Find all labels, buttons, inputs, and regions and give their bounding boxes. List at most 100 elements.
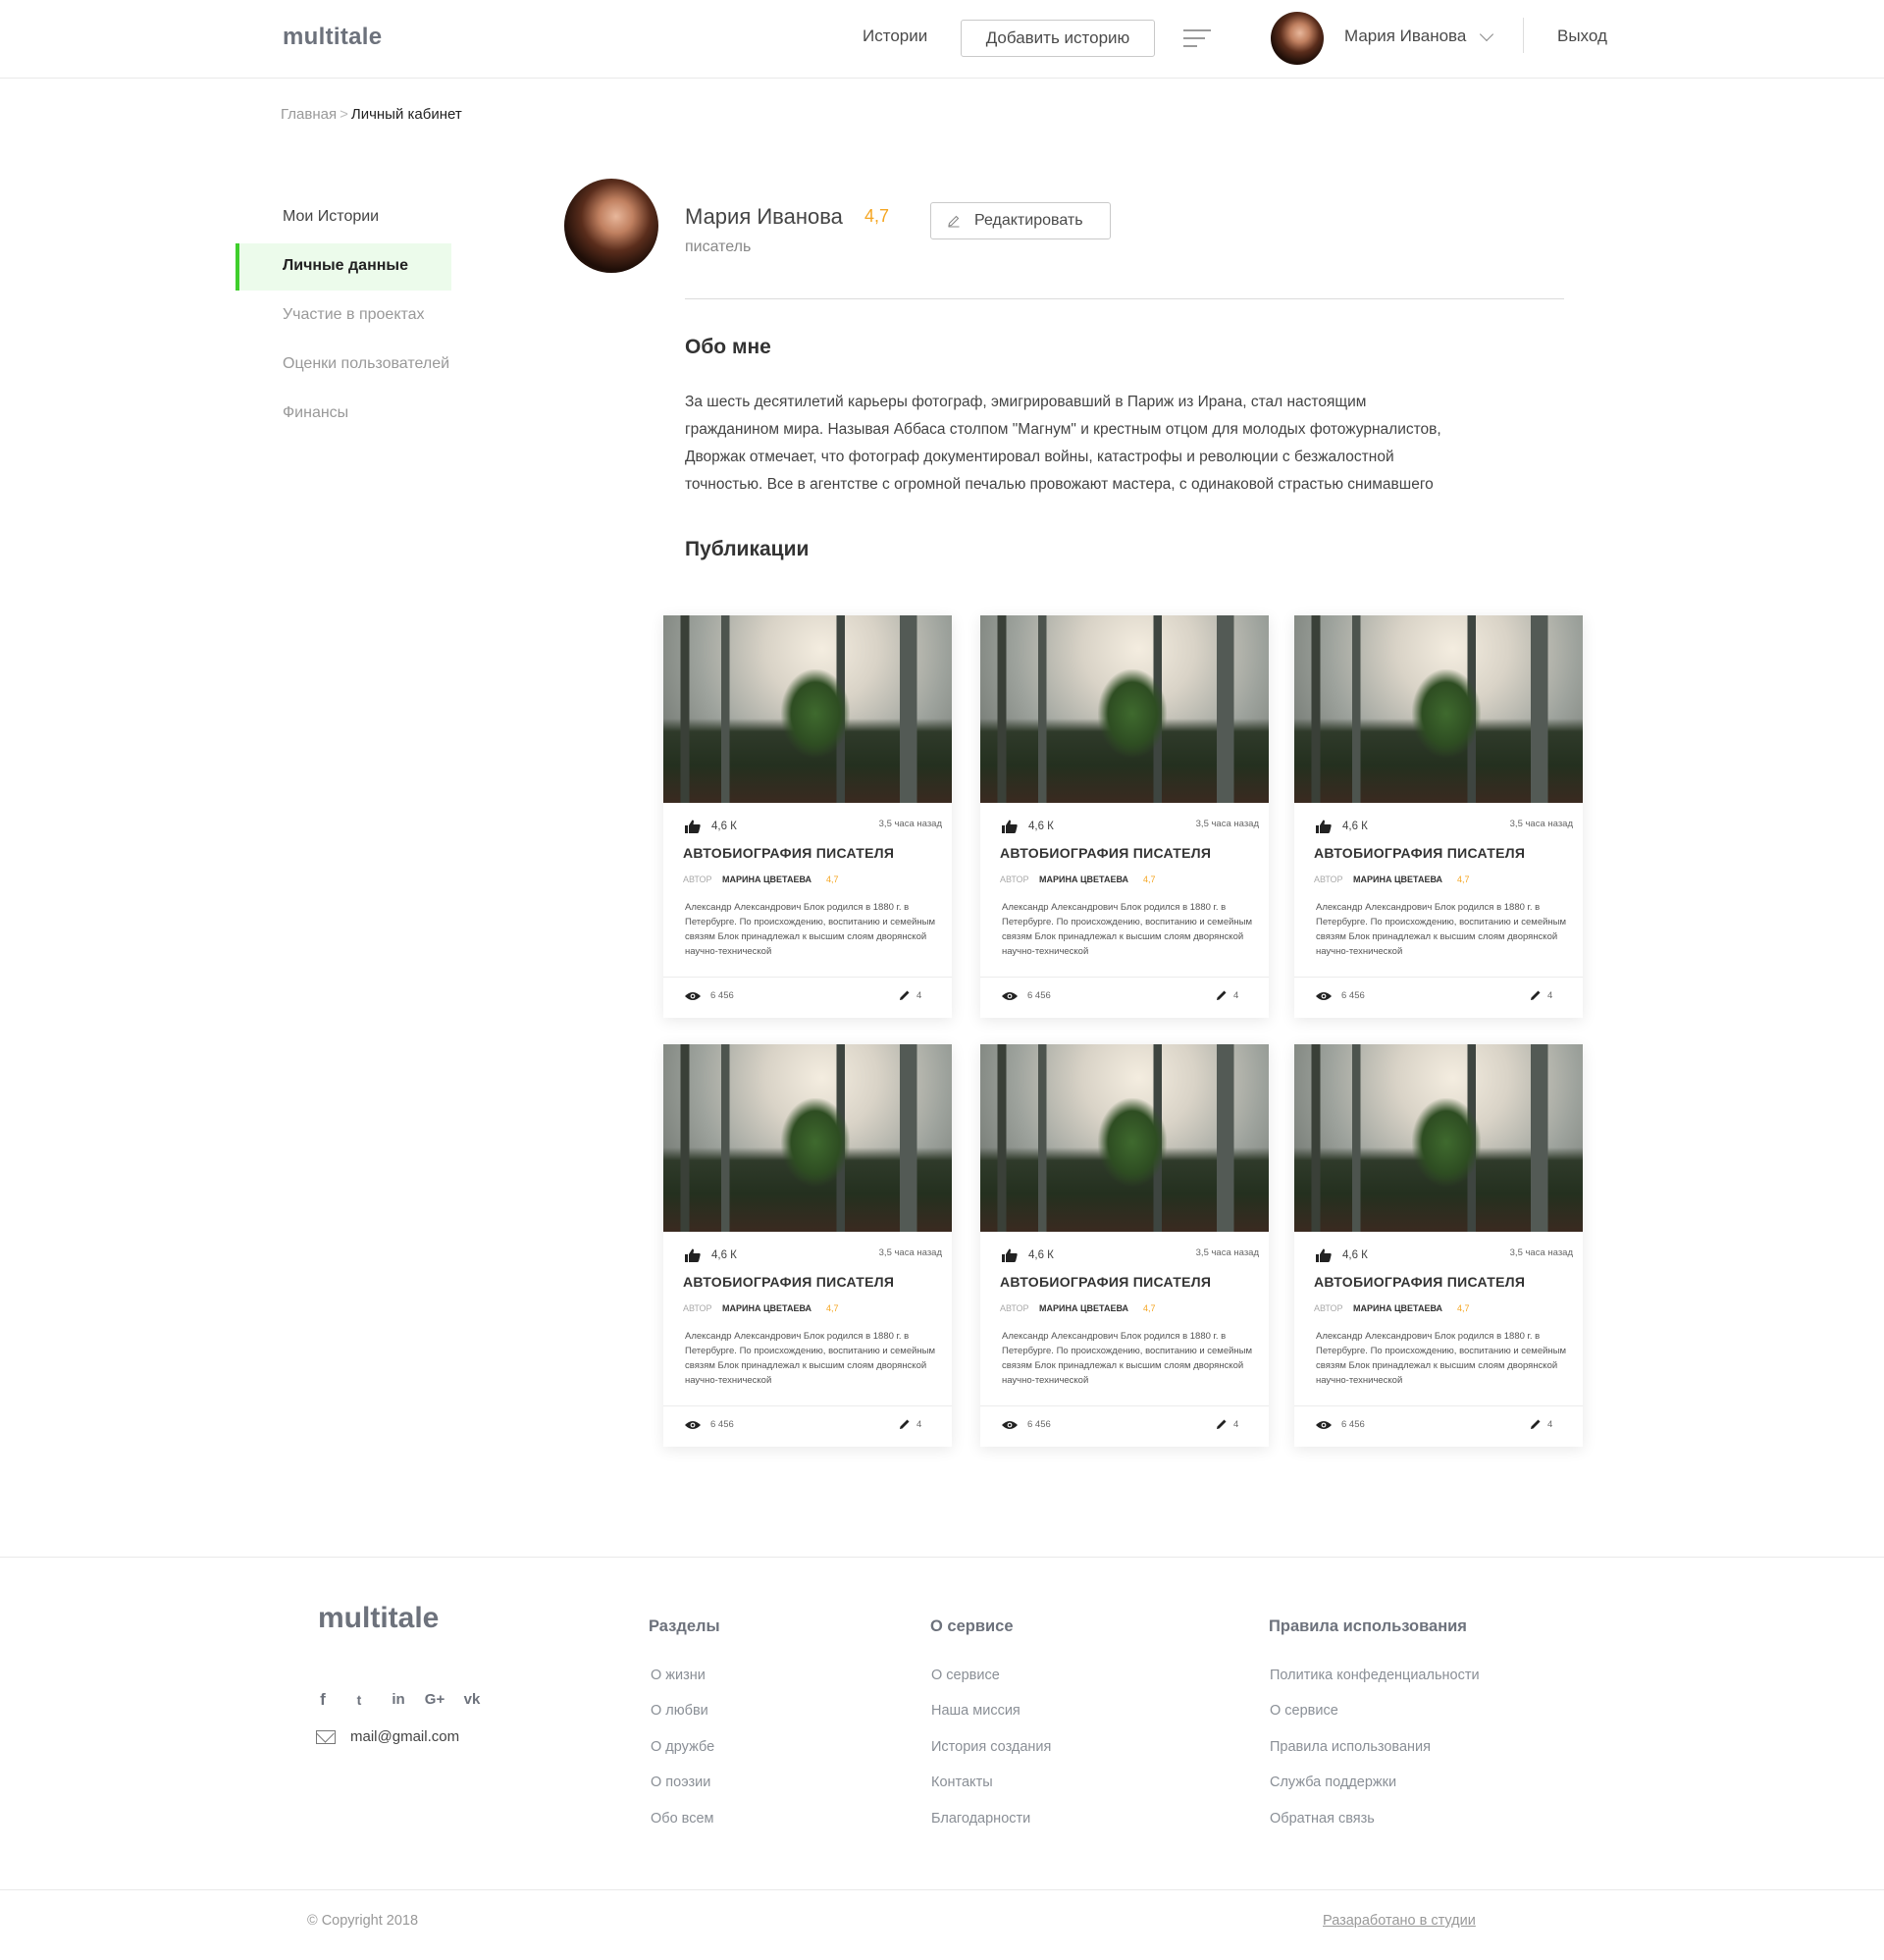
sidebar-item-finance[interactable]: Финансы: [283, 404, 348, 422]
card-views: 6 456: [1341, 1419, 1365, 1430]
publication-card[interactable]: 4,6 К 3,5 часа назад АВТОБИОГРАФИЯ ПИСАТЕЛ…: [980, 615, 1269, 1018]
eye-icon: [1316, 992, 1332, 1000]
card-image[interactable]: [980, 615, 1269, 803]
card-edits: 4: [916, 990, 922, 1001]
card-author-rating: 4,7: [826, 1303, 839, 1313]
pencil-icon: [948, 215, 960, 228]
thumbs-up-icon[interactable]: [1002, 820, 1018, 833]
card-excerpt: Александр Александрович Блок родился в 1…: [1316, 1331, 1567, 1386]
card-excerpt: Александр Александрович Блок родился в 1…: [685, 902, 936, 957]
card-image[interactable]: [663, 615, 952, 803]
footer-link[interactable]: О любви: [651, 1703, 708, 1719]
sidebar-item-personal-data[interactable]: Личные данные: [283, 257, 408, 275]
pencil-icon[interactable]: [899, 989, 911, 1001]
card-time: 3,5 часа назад: [1509, 819, 1573, 829]
logo[interactable]: multitale: [283, 24, 382, 51]
about-line: точностью. Все в агентстве с огромной пе…: [685, 476, 1434, 493]
footer-link[interactable]: О дружбе: [651, 1739, 714, 1755]
footer-link[interactable]: О жизни: [651, 1668, 706, 1683]
card-time: 3,5 часа назад: [1195, 819, 1259, 829]
card-image[interactable]: [1294, 615, 1583, 803]
card-title[interactable]: АВТОБИОГРАФИЯ ПИСАТЕЛЯ: [1314, 1274, 1525, 1290]
footer-link[interactable]: Наша миссия: [931, 1703, 1020, 1719]
linkedin-icon[interactable]: in: [387, 1690, 410, 1710]
facebook-icon[interactable]: f: [313, 1690, 333, 1710]
footer-link[interactable]: Служба поддержки: [1270, 1775, 1396, 1790]
card-author-rating: 4,7: [1143, 1303, 1156, 1313]
card-title[interactable]: АВТОБИОГРАФИЯ ПИСАТЕЛЯ: [683, 845, 894, 861]
add-story-button[interactable]: Добавить историю: [961, 20, 1155, 57]
pencil-icon[interactable]: [1530, 989, 1542, 1001]
card-time: 3,5 часа назад: [1195, 1247, 1259, 1258]
google-plus-icon[interactable]: G+: [422, 1690, 447, 1710]
publication-card[interactable]: 4,6 К 3,5 часа назад АВТОБИОГРАФИЯ ПИСАТЕЛ…: [663, 615, 952, 1018]
sidebar-item-projects[interactable]: Участие в проектах: [283, 306, 425, 324]
publication-card[interactable]: 4,6 К 3,5 часа назад АВТОБИОГРАФИЯ ПИСАТЕЛ…: [663, 1044, 952, 1447]
vk-icon[interactable]: vk: [459, 1690, 485, 1710]
card-views: 6 456: [1027, 1419, 1051, 1430]
card-title[interactable]: АВТОБИОГРАФИЯ ПИСАТЕЛЯ: [1000, 845, 1211, 861]
footer-link[interactable]: О сервисе: [931, 1668, 1000, 1683]
card-title[interactable]: АВТОБИОГРАФИЯ ПИСАТЕЛЯ: [1000, 1274, 1211, 1290]
card-edits: 4: [1547, 990, 1553, 1001]
thumbs-up-icon[interactable]: [685, 1248, 701, 1262]
edit-profile-button[interactable]: Редактировать: [930, 202, 1111, 239]
footer-link[interactable]: Обратная связь: [1270, 1811, 1375, 1827]
card-edits: 4: [916, 1419, 922, 1430]
card-edits: 4: [1233, 990, 1239, 1001]
publication-card[interactable]: 4,6 К 3,5 часа назад АВТОБИОГРАФИЯ ПИСАТЕЛ…: [1294, 1044, 1583, 1447]
footer-link[interactable]: Благодарности: [931, 1811, 1030, 1827]
card-divider: [1294, 1405, 1583, 1406]
publication-card[interactable]: 4,6 К 3,5 часа назад АВТОБИОГРАФИЯ ПИСАТЕЛ…: [980, 1044, 1269, 1447]
card-author[interactable]: МАРИНА ЦВЕТАЕВА: [1039, 1303, 1128, 1313]
thumbs-up-icon[interactable]: [1316, 820, 1332, 833]
card-image[interactable]: [1294, 1044, 1583, 1232]
breadcrumb-home[interactable]: Главная: [281, 106, 337, 123]
footer-link[interactable]: Контакты: [931, 1775, 993, 1790]
footer-email[interactable]: mail@gmail.com: [350, 1728, 459, 1745]
footer-link[interactable]: Политика конфеденциальности: [1270, 1668, 1480, 1683]
card-author-label: АВТОР: [1000, 1303, 1029, 1313]
card-excerpt: Александр Александрович Блок родился в 1…: [685, 1331, 936, 1386]
sidebar-item-user-ratings[interactable]: Оценки пользователей: [283, 355, 449, 373]
card-author[interactable]: МАРИНА ЦВЕТАЕВА: [722, 874, 811, 884]
logout-link[interactable]: Выход: [1557, 26, 1607, 46]
studio-link[interactable]: Разаработано в студии: [1323, 1913, 1476, 1929]
card-author[interactable]: МАРИНА ЦВЕТАЕВА: [722, 1303, 811, 1313]
avatar[interactable]: [1271, 12, 1324, 65]
card-author[interactable]: МАРИНА ЦВЕТАЕВА: [1039, 874, 1128, 884]
pencil-icon[interactable]: [899, 1418, 911, 1430]
eye-icon: [1316, 1421, 1332, 1429]
card-likes: 4,6 К: [1028, 1249, 1054, 1261]
breadcrumb: Главная > Личный кабинет: [281, 106, 462, 123]
twitter-icon[interactable]: t: [349, 1690, 369, 1710]
chevron-down-icon[interactable]: [1479, 26, 1494, 42]
footer-link[interactable]: О сервисе: [1270, 1703, 1338, 1719]
footer-link[interactable]: История создания: [931, 1739, 1051, 1755]
page: multitale Истории Добавить историю Мария…: [0, 0, 1884, 1960]
card-author[interactable]: МАРИНА ЦВЕТАЕВА: [1353, 1303, 1442, 1313]
menu-icon[interactable]: [1183, 29, 1211, 49]
card-likes: 4,6 К: [711, 1249, 737, 1261]
thumbs-up-icon[interactable]: [1316, 1248, 1332, 1262]
card-image[interactable]: [663, 1044, 952, 1232]
footer-link[interactable]: Обо всем: [651, 1811, 714, 1827]
card-views: 6 456: [1027, 990, 1051, 1001]
card-title[interactable]: АВТОБИОГРАФИЯ ПИСАТЕЛЯ: [683, 1274, 894, 1290]
nav-stories-link[interactable]: Истории: [863, 26, 927, 46]
card-image[interactable]: [980, 1044, 1269, 1232]
pencil-icon[interactable]: [1216, 989, 1228, 1001]
footer-logo[interactable]: multitale: [318, 1602, 439, 1635]
publication-card[interactable]: 4,6 К 3,5 часа назад АВТОБИОГРАФИЯ ПИСАТЕЛ…: [1294, 615, 1583, 1018]
footer-link[interactable]: Правила использования: [1270, 1739, 1431, 1755]
sidebar-item-my-stories[interactable]: Мои Истории: [283, 208, 379, 226]
thumbs-up-icon[interactable]: [1002, 1248, 1018, 1262]
pencil-icon[interactable]: [1216, 1418, 1228, 1430]
footer-link[interactable]: О поэзии: [651, 1775, 710, 1790]
top-header: multitale Истории Добавить историю Мария…: [0, 0, 1884, 79]
user-name[interactable]: Мария Иванова: [1344, 26, 1466, 46]
pencil-icon[interactable]: [1530, 1418, 1542, 1430]
card-author[interactable]: МАРИНА ЦВЕТАЕВА: [1353, 874, 1442, 884]
card-title[interactable]: АВТОБИОГРАФИЯ ПИСАТЕЛЯ: [1314, 845, 1525, 861]
thumbs-up-icon[interactable]: [685, 820, 701, 833]
